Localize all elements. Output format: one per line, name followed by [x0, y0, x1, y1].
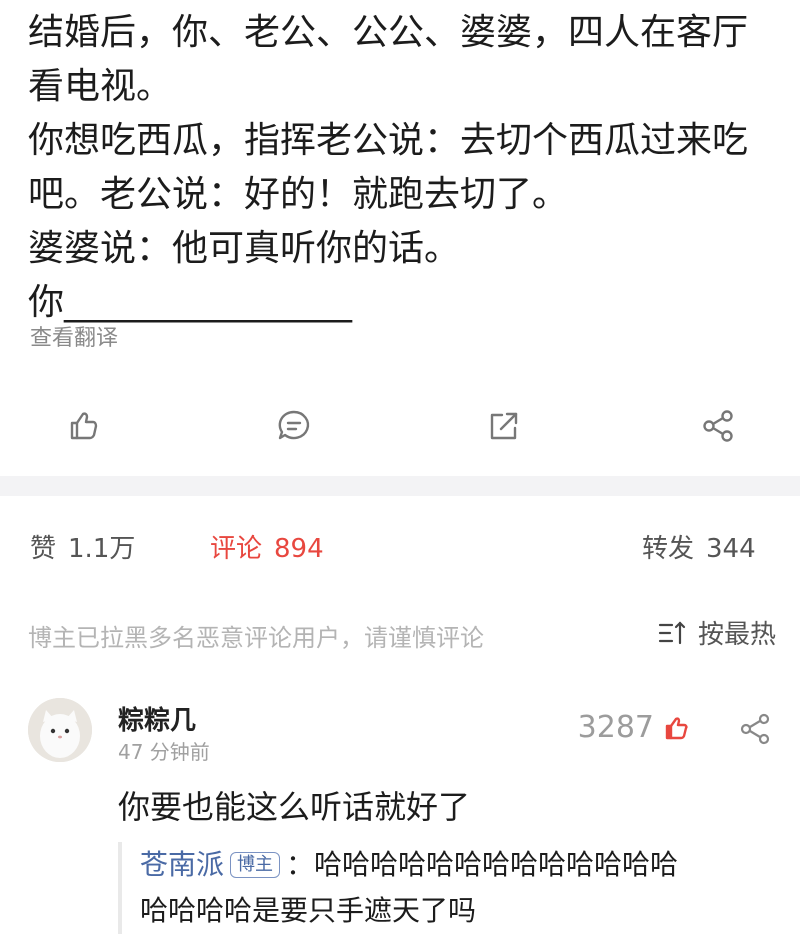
translate-link[interactable]: 查看翻译: [30, 320, 118, 352]
reply-text: 哈哈哈哈哈哈哈哈哈哈哈哈哈: [314, 848, 679, 881]
comment-like-button[interactable]: 3287: [578, 710, 690, 745]
reposts-label: 转发: [642, 534, 695, 564]
comment-time: 47 分钟前: [118, 740, 210, 764]
thumb-up-filled-icon: [665, 716, 688, 739]
post-line: 看电视。: [28, 66, 173, 107]
comments-label: 评论: [210, 534, 263, 564]
post-action-bar: [0, 402, 800, 452]
share-button[interactable]: [694, 402, 742, 450]
comment-notice: 博主已拉黑多名恶意评论用户，请谨慎评论: [28, 624, 484, 652]
likes-tab[interactable]: 赞 1.1万: [30, 528, 135, 565]
post-line: 结婚后，你、老公、公公、婆婆，四人在客厅: [28, 12, 749, 53]
thumb-up-icon: [70, 412, 98, 440]
comment-icon: [278, 410, 310, 440]
comment-share-button[interactable]: [738, 712, 772, 746]
post-content: 结婚后，你、老公、公公、婆婆，四人在客厅 看电视。 你想吃西瓜，指挥老公说：去切…: [28, 6, 788, 330]
sort-icon: [658, 620, 686, 644]
share-icon: [703, 410, 733, 442]
comment-username[interactable]: 粽粽几: [118, 700, 196, 737]
post-line: 你想吃西瓜，指挥老公说：去切个西瓜过来吃: [28, 120, 749, 161]
comment-button[interactable]: [270, 402, 318, 450]
reply-line: 哈哈哈哈是要只手遮天了吗: [140, 894, 477, 927]
comment-item: 粽粽几 47 分钟前 3287 你要也能这么听话就好了 苍南派 博主 ：哈哈哈哈哈哈…: [0, 690, 800, 935]
reply-block[interactable]: 苍南派 博主 ：哈哈哈哈哈哈哈哈哈哈哈哈哈 哈哈哈哈是要只手遮天了吗: [118, 842, 778, 934]
sort-label: 按最热: [697, 620, 776, 650]
likes-label: 赞: [30, 534, 57, 564]
post-line: 吧。老公说：好的！就跑去切了。: [28, 174, 569, 215]
reposts-tab[interactable]: 转发 344: [642, 528, 756, 565]
post-line: 你________________: [28, 282, 352, 323]
comment-like-count: 3287: [577, 710, 654, 745]
comments-tab[interactable]: 评论 894: [210, 528, 324, 565]
repost-icon: [490, 412, 518, 440]
comment-text: 你要也能这么听话就好了: [118, 788, 471, 826]
likes-count: 1.1万: [68, 534, 136, 564]
reply-line: 苍南派 博主 ：哈哈哈哈哈哈哈哈哈哈哈哈哈: [140, 842, 778, 888]
post-line: 婆婆说：他可真听你的话。: [28, 228, 461, 269]
reply-separator: ：: [286, 848, 315, 881]
reply-username[interactable]: 苍南派: [140, 848, 224, 881]
section-divider: [0, 476, 800, 496]
like-button[interactable]: [58, 402, 106, 450]
share-icon: [740, 713, 770, 745]
reposts-count: 344: [706, 534, 756, 564]
sort-button[interactable]: 按最热: [658, 614, 776, 651]
cat-avatar-icon: [28, 698, 92, 762]
repost-button[interactable]: [480, 402, 528, 450]
avatar[interactable]: [28, 698, 92, 762]
author-badge: 博主: [230, 852, 281, 878]
stats-row: 赞 1.1万 评论 894 转发 344: [0, 528, 800, 568]
comments-count: 894: [274, 534, 324, 564]
